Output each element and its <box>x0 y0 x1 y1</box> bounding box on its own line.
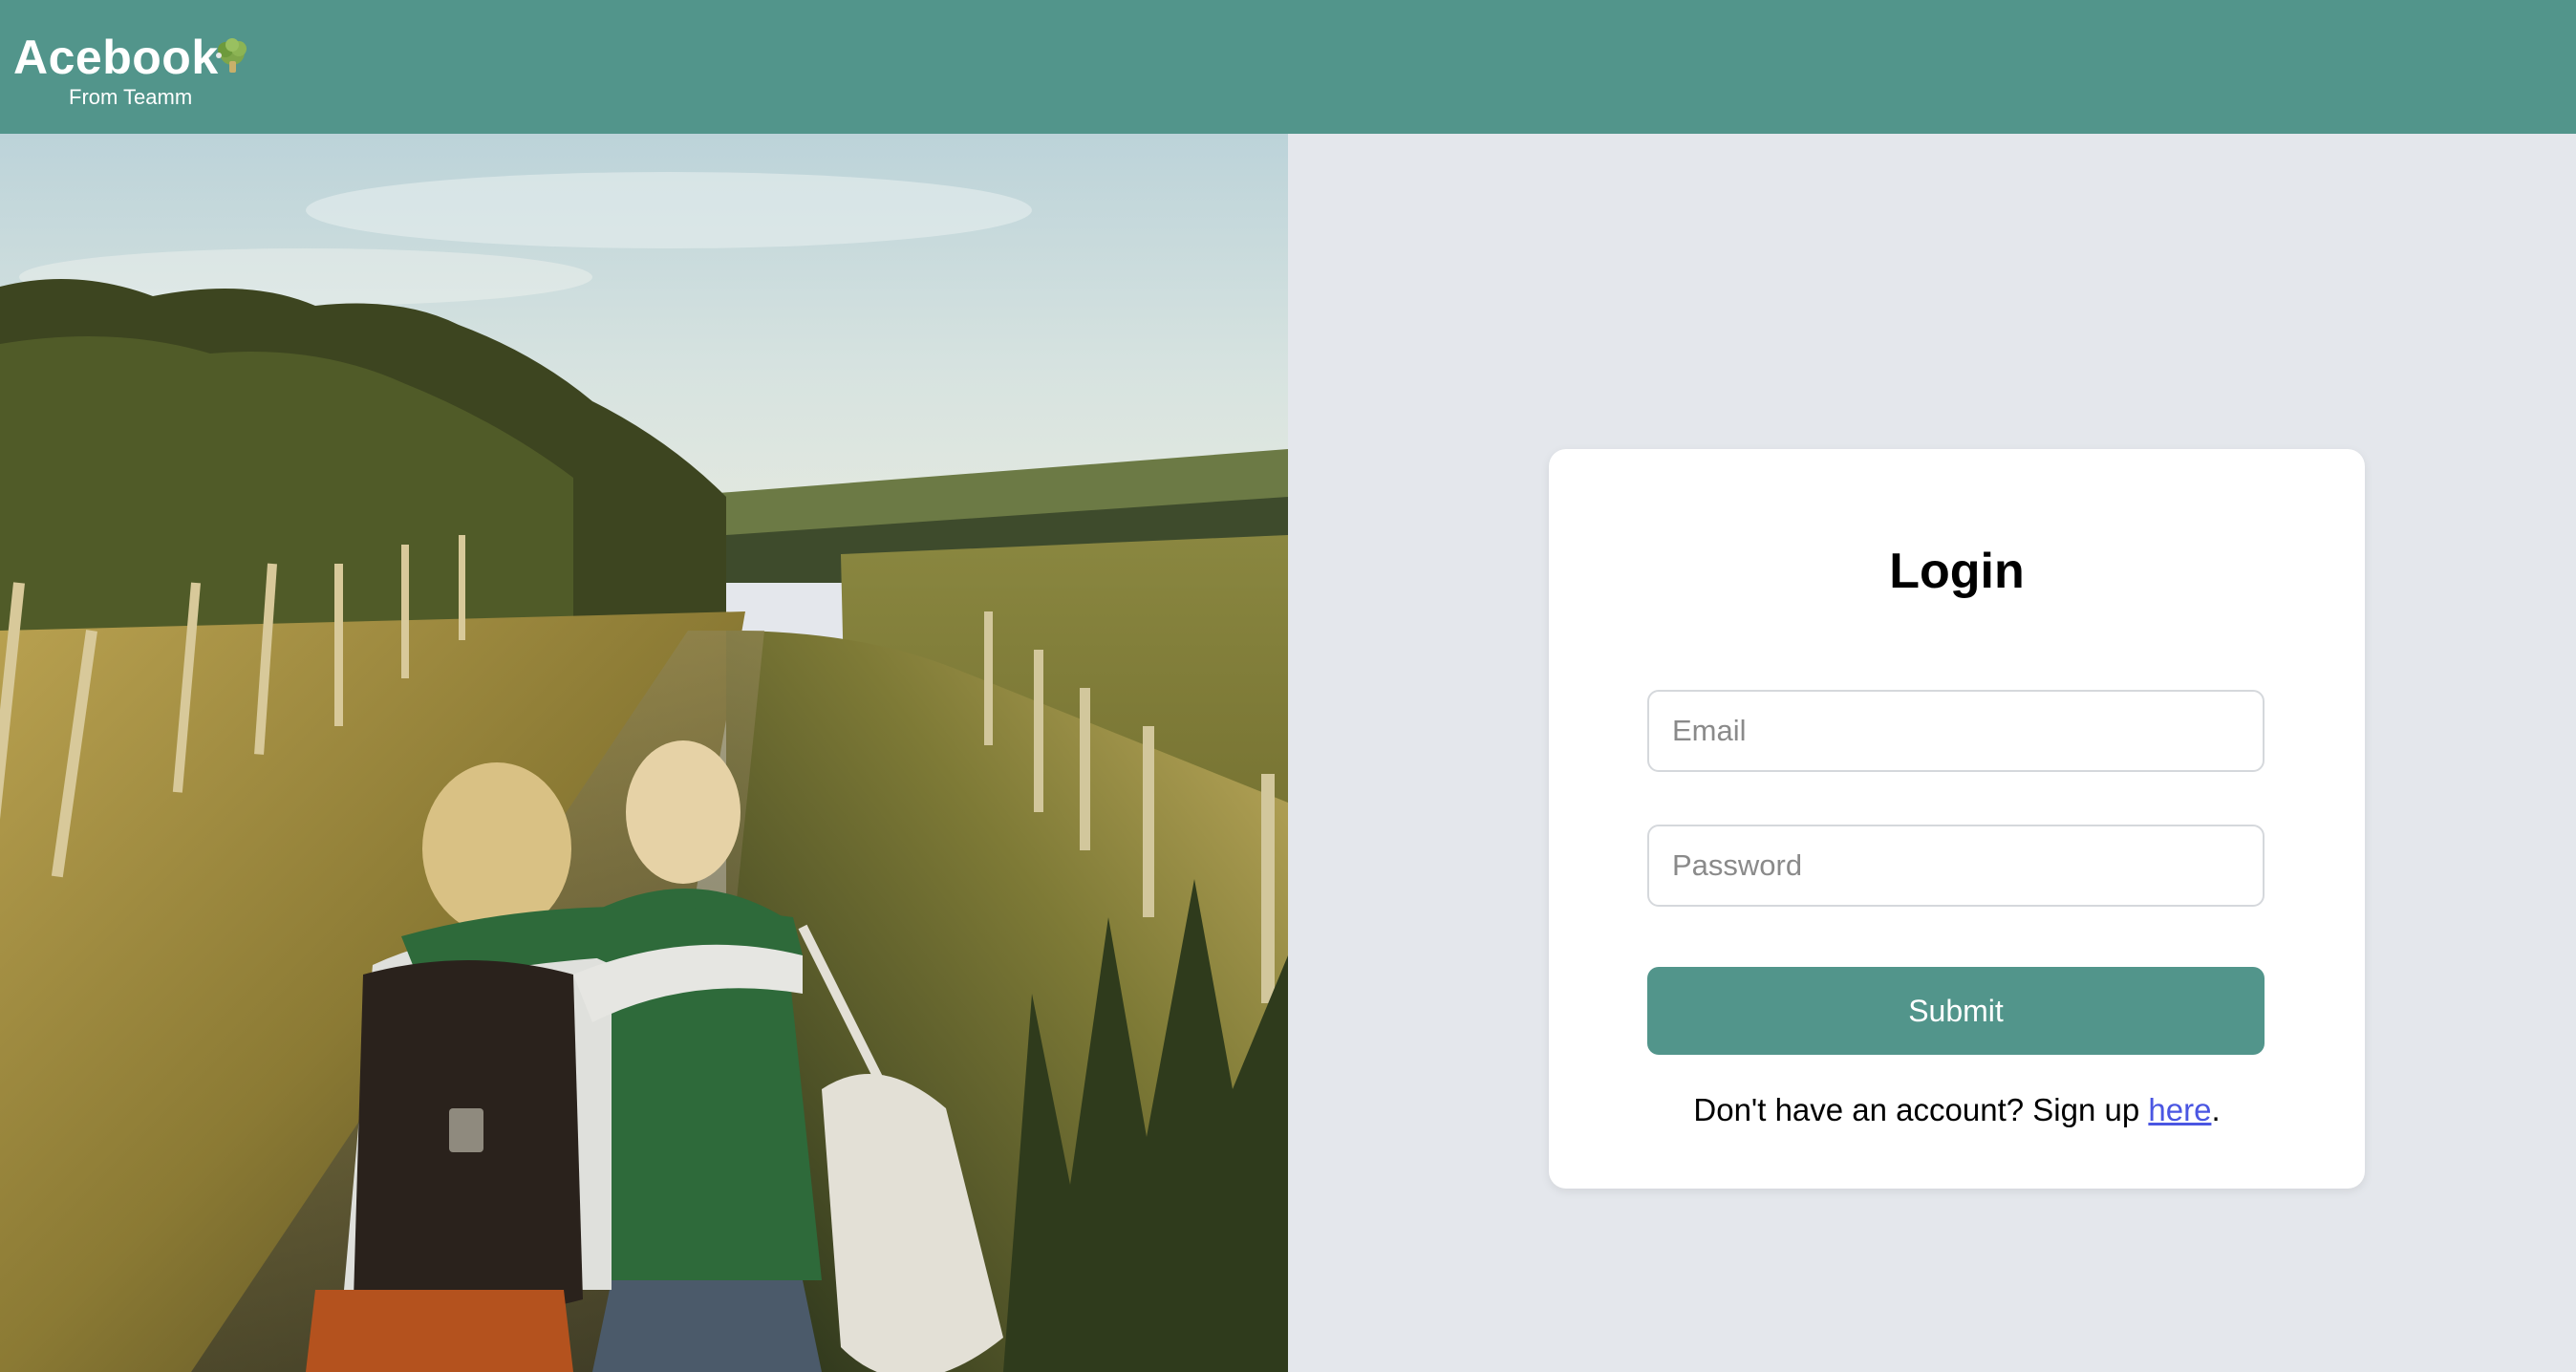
brand[interactable]: Acebook From Teamm <box>13 29 262 115</box>
login-title: Login <box>1889 544 2025 599</box>
photo-two-friends-walking-field <box>0 134 1288 1372</box>
password-input[interactable] <box>1647 825 2265 907</box>
top-navbar: Acebook From Teamm <box>0 0 2576 134</box>
signup-prompt: Don't have an account? Sign up here. <box>1549 1091 2365 1129</box>
broccoli-icon <box>216 38 247 73</box>
login-card: Login Submit Don't have an account? Sign… <box>1549 449 2365 1189</box>
signup-prefix: Don't have an account? Sign up <box>1693 1092 2149 1127</box>
signup-link[interactable]: here <box>2148 1092 2211 1127</box>
email-input[interactable] <box>1647 690 2265 772</box>
submit-button[interactable]: Submit <box>1647 967 2265 1055</box>
signup-suffix: . <box>2211 1092 2221 1127</box>
brand-name: Acebook <box>13 31 219 84</box>
hero-photo <box>0 134 1288 1372</box>
brand-tagline: From Teamm <box>69 85 193 109</box>
